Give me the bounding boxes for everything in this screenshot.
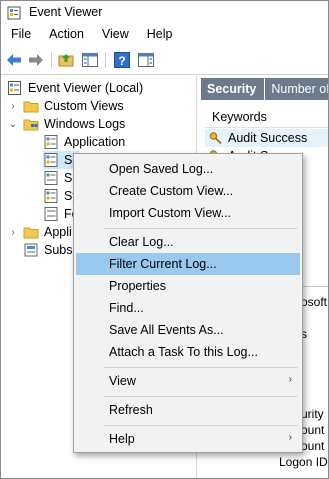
log-icon (44, 207, 58, 221)
menu-item-label: Find... (109, 301, 144, 315)
key-icon (209, 132, 222, 145)
windows-logs-folder-icon (23, 119, 39, 131)
menu-item-import-custom-view[interactable]: Import Custom View... (76, 202, 300, 224)
show-hide-tree-icon[interactable] (81, 51, 99, 69)
menu-item-label: Import Custom View... (109, 206, 232, 220)
event-source-text: osoft W (301, 295, 328, 309)
subscriptions-icon (24, 243, 38, 257)
menu-item-label: Open Saved Log... (109, 162, 214, 176)
event-keyword: Audit Success (228, 131, 308, 145)
column-header-keywords[interactable]: Keywords (205, 106, 328, 128)
menu-item-attach-task[interactable]: Attach a Task To this Log... (76, 341, 300, 363)
menu-item-refresh[interactable]: Refresh (76, 399, 300, 421)
menu-item-clear-log[interactable]: Clear Log... (76, 231, 300, 253)
menu-item-find[interactable]: Find... (76, 297, 300, 319)
menu-item-label: Attach a Task To this Log... (109, 345, 258, 359)
toolbar-separator (105, 52, 106, 68)
tree-item-windows-logs[interactable]: ⌄ Windows Logs (7, 115, 126, 133)
menu-item-label: Filter Current Log... (109, 257, 217, 271)
menu-view[interactable]: View (102, 25, 129, 45)
tree-label: Appli (44, 225, 72, 239)
security-id-label: urity II (301, 407, 328, 421)
tree-item-applications-and-services[interactable]: › Appli (7, 223, 72, 241)
toolbar: ? (1, 47, 328, 75)
toolbar-separator (51, 52, 52, 68)
menu-file[interactable]: File (11, 25, 31, 45)
folder-up-icon[interactable] (57, 51, 75, 69)
tree-item-custom-views[interactable]: › Custom Views (7, 97, 124, 115)
back-arrow-icon[interactable] (5, 51, 23, 69)
log-icon (44, 171, 58, 185)
log-header-title: Security (207, 82, 257, 96)
folder-icon (23, 227, 39, 239)
chevron-right-icon[interactable]: › (7, 226, 19, 238)
menu-item-save-all-events-as[interactable]: Save All Events As... (76, 319, 300, 341)
column-header-label: Keywords (212, 110, 267, 124)
chevron-right-icon[interactable]: › (7, 100, 19, 112)
event-viewer-window: Event Viewer File Action View Help ? Eve… (0, 0, 329, 479)
window-title: Event Viewer (29, 5, 103, 19)
menu-item-label: Create Custom View... (109, 184, 234, 198)
menu-separator (104, 367, 298, 368)
event-row[interactable]: Audit Success (205, 129, 328, 147)
context-menu: Open Saved Log... Create Custom View... … (73, 153, 303, 453)
menu-item-label: Help (109, 432, 135, 446)
menu-item-open-saved-log[interactable]: Open Saved Log... (76, 158, 300, 180)
event-viewer-app-icon (7, 6, 21, 20)
account-name-label: ount I (301, 423, 329, 437)
menu-separator (104, 425, 298, 426)
menu-item-filter-current-log[interactable]: Filter Current Log... (76, 253, 300, 275)
menu-action[interactable]: Action (49, 25, 84, 45)
tree-item-subscriptions[interactable]: Subsc (23, 241, 79, 259)
menu-item-view[interactable]: View › (76, 370, 300, 392)
svg-text:?: ? (118, 54, 125, 68)
menu-item-label: View (109, 374, 136, 388)
tree-label: Custom Views (44, 99, 124, 113)
menu-item-label: Save All Events As... (109, 323, 224, 337)
menu-item-help[interactable]: Help › (76, 428, 300, 450)
menu-item-label: Clear Log... (109, 235, 174, 249)
submenu-arrow-icon: › (288, 374, 292, 385)
menu-separator (104, 228, 298, 229)
title-bar: Event Viewer (1, 1, 328, 25)
menu-separator (104, 396, 298, 397)
forward-arrow-icon[interactable] (27, 51, 45, 69)
tree-label: Application (64, 135, 126, 149)
account-domain-label: ount I (301, 439, 329, 453)
tree-item-event-viewer-local[interactable]: Event Viewer (Local) (7, 79, 143, 97)
chevron-down-icon[interactable]: ⌄ (7, 118, 19, 130)
menu-item-label: Refresh (109, 403, 153, 417)
logon-id-label: Logon ID: (279, 455, 329, 469)
tree-item-application[interactable]: Application (43, 133, 125, 151)
event-viewer-icon (8, 81, 21, 95)
menu-bar: File Action View Help (1, 25, 328, 45)
menu-item-properties[interactable]: Properties (76, 275, 300, 297)
log-icon (44, 135, 58, 149)
header-separator (264, 78, 266, 100)
log-header: Security Number of (201, 78, 329, 100)
tree-label: Windows Logs (44, 117, 126, 131)
tree-label: Event Viewer (Local) (28, 81, 144, 95)
menu-item-label: Properties (109, 279, 166, 293)
submenu-arrow-icon: › (288, 432, 292, 443)
action-pane-icon[interactable] (137, 51, 155, 69)
log-icon (44, 189, 58, 203)
menu-item-create-custom-view[interactable]: Create Custom View... (76, 180, 300, 202)
folder-icon (23, 101, 39, 113)
menu-help[interactable]: Help (147, 25, 173, 45)
help-icon[interactable]: ? (113, 51, 131, 69)
log-icon (44, 153, 58, 167)
log-header-count: Number of (271, 82, 329, 96)
